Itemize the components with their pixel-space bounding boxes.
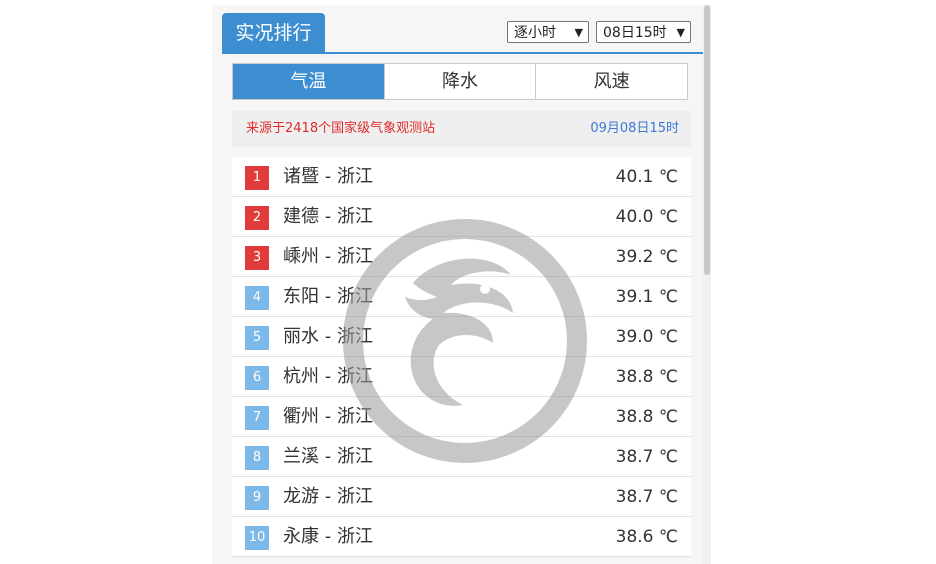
rank-badge: 8 bbox=[245, 446, 269, 470]
ranking-list: 1 诸暨 - 浙江 40.1 ℃ 2 建德 - 浙江 40.0 ℃ 3 嵊州 -… bbox=[232, 157, 691, 557]
table-row[interactable]: 8 兰溪 - 浙江 38.7 ℃ bbox=[232, 437, 691, 477]
temperature-value: 38.7 ℃ bbox=[615, 487, 678, 507]
panel-title-tab[interactable]: 实况排行 bbox=[222, 13, 325, 53]
info-bar: 来源于2418个国家级气象观测站 09月08日15时 bbox=[232, 111, 691, 147]
chevron-down-icon: ▼ bbox=[676, 26, 685, 39]
metric-tabs: 气温 降水 风速 bbox=[232, 63, 688, 100]
rank-badge: 7 bbox=[245, 406, 269, 430]
station-name: 龙游 - 浙江 bbox=[283, 486, 373, 507]
table-row[interactable]: 3 嵊州 - 浙江 39.2 ℃ bbox=[232, 237, 691, 277]
chevron-down-icon: ▼ bbox=[574, 26, 583, 39]
tab-wind-speed[interactable]: 风速 bbox=[535, 64, 687, 99]
table-row[interactable]: 10 永康 - 浙江 38.6 ℃ bbox=[232, 517, 691, 557]
temperature-value: 40.1 ℃ bbox=[615, 167, 678, 187]
station-name: 嵊州 - 浙江 bbox=[283, 246, 373, 267]
temperature-value: 39.1 ℃ bbox=[615, 287, 678, 307]
station-name: 丽水 - 浙江 bbox=[283, 326, 373, 347]
tab-temperature[interactable]: 气温 bbox=[233, 64, 384, 99]
table-row[interactable]: 1 诸暨 - 浙江 40.1 ℃ bbox=[232, 157, 691, 197]
table-row[interactable]: 2 建德 - 浙江 40.0 ℃ bbox=[232, 197, 691, 237]
rank-badge: 5 bbox=[245, 326, 269, 350]
temperature-value: 38.8 ℃ bbox=[615, 367, 678, 387]
temperature-value: 38.7 ℃ bbox=[615, 447, 678, 467]
station-name: 衢州 - 浙江 bbox=[283, 406, 373, 427]
time-select[interactable]: 08日15时 ▼ bbox=[596, 21, 691, 43]
time-select-value: 08日15时 bbox=[603, 25, 667, 41]
table-row[interactable]: 4 东阳 - 浙江 39.1 ℃ bbox=[232, 277, 691, 317]
rank-badge: 2 bbox=[245, 206, 269, 230]
rank-badge: 3 bbox=[245, 246, 269, 270]
station-name: 建德 - 浙江 bbox=[283, 206, 373, 227]
tab-precipitation[interactable]: 降水 bbox=[383, 64, 536, 99]
interval-select-value: 逐小时 bbox=[514, 25, 556, 41]
table-row[interactable]: 6 杭州 - 浙江 38.8 ℃ bbox=[232, 357, 691, 397]
temperature-value: 39.2 ℃ bbox=[615, 247, 678, 267]
rank-badge: 9 bbox=[245, 486, 269, 510]
rank-badge: 6 bbox=[245, 366, 269, 390]
table-row[interactable]: 5 丽水 - 浙江 39.0 ℃ bbox=[232, 317, 691, 357]
station-name: 诸暨 - 浙江 bbox=[283, 166, 373, 187]
station-name: 东阳 - 浙江 bbox=[283, 286, 373, 307]
rank-badge: 1 bbox=[245, 166, 269, 190]
station-name: 兰溪 - 浙江 bbox=[283, 446, 373, 467]
rank-badge: 4 bbox=[245, 286, 269, 310]
scroll-thumb[interactable] bbox=[704, 5, 710, 275]
station-name: 永康 - 浙江 bbox=[283, 526, 373, 547]
observation-time: 09月08日15时 bbox=[590, 121, 679, 136]
scrollbar[interactable] bbox=[703, 5, 711, 564]
temperature-value: 38.6 ℃ bbox=[615, 527, 678, 547]
temperature-value: 38.8 ℃ bbox=[615, 407, 678, 427]
source-text: 来源于2418个国家级气象观测站 bbox=[246, 121, 436, 136]
temperature-value: 39.0 ℃ bbox=[615, 327, 678, 347]
temperature-value: 40.0 ℃ bbox=[615, 207, 678, 227]
rank-badge: 10 bbox=[245, 526, 269, 550]
title-underline bbox=[222, 52, 703, 54]
table-row[interactable]: 9 龙游 - 浙江 38.7 ℃ bbox=[232, 477, 691, 517]
station-name: 杭州 - 浙江 bbox=[283, 366, 373, 387]
interval-select[interactable]: 逐小时 ▼ bbox=[507, 21, 589, 43]
table-row[interactable]: 7 衢州 - 浙江 38.8 ℃ bbox=[232, 397, 691, 437]
